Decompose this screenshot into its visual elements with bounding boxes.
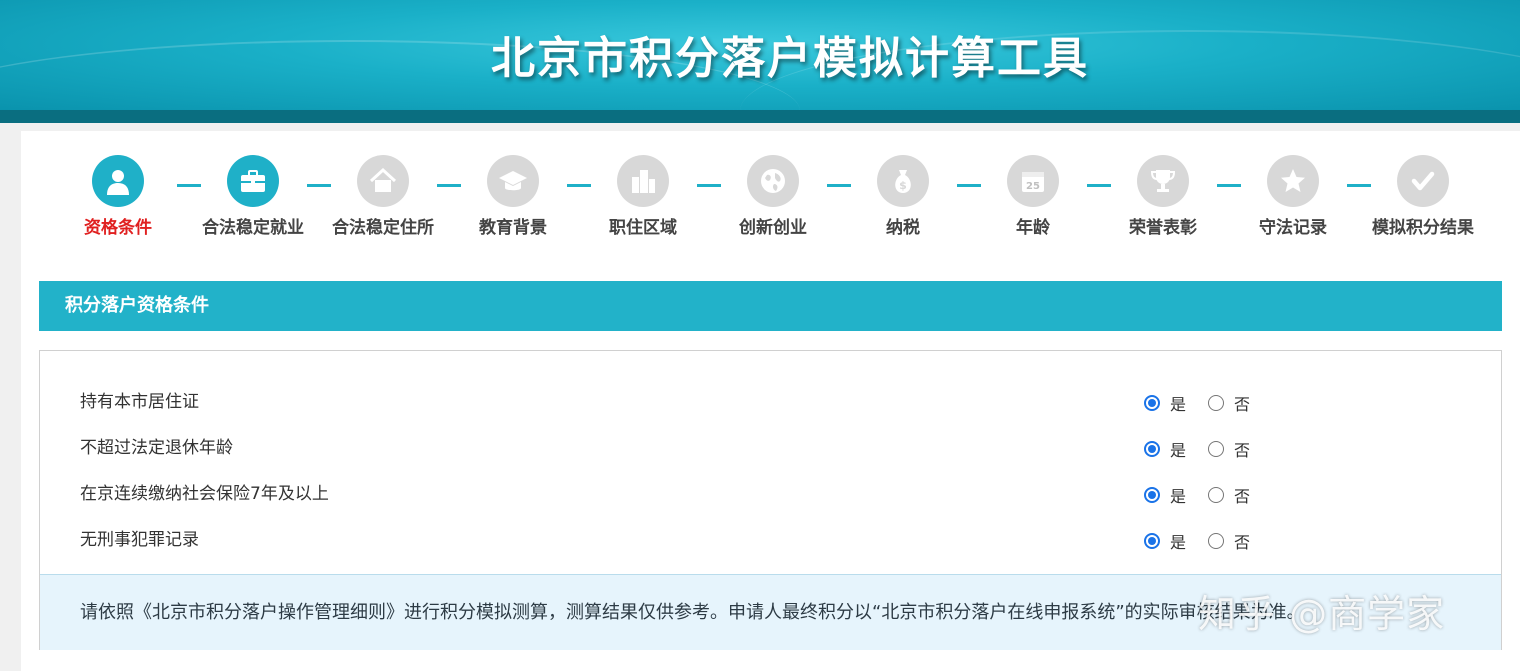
radio-yes[interactable] <box>1144 395 1160 411</box>
radio-yes[interactable] <box>1144 441 1160 457</box>
step-label: 职住区域 <box>609 218 677 238</box>
yes-no-radio-group: 是 否 <box>1144 437 1272 461</box>
condition-label: 无刑事犯罪记录 <box>80 530 199 550</box>
trophy-icon <box>1137 155 1189 207</box>
step-employment[interactable]: 合法稳定就业 <box>188 155 318 238</box>
radio-yes-label[interactable]: 是 <box>1170 483 1186 507</box>
yes-no-radio-group: 是 否 <box>1144 391 1272 415</box>
radio-no[interactable] <box>1208 487 1225 503</box>
condition-row: 无刑事犯罪记录 是 否 <box>40 525 1501 555</box>
radio-no[interactable] <box>1208 441 1225 457</box>
condition-label: 持有本市居住证 <box>80 392 199 412</box>
calendar-icon: 25 <box>1007 155 1059 207</box>
step-label: 模拟积分结果 <box>1372 218 1474 238</box>
app-title: 北京市积分落户模拟计算工具 <box>491 33 1089 84</box>
radio-no-label[interactable]: 否 <box>1234 529 1250 553</box>
step-innovation[interactable]: 创新创业 <box>708 155 838 238</box>
radio-yes-label[interactable]: 是 <box>1170 391 1186 415</box>
money-bag-icon: $ <box>877 155 929 207</box>
step-label: 守法记录 <box>1259 218 1327 238</box>
svg-text:$: $ <box>899 179 907 192</box>
checkmark-icon <box>1397 155 1449 207</box>
yes-no-radio-group: 是 否 <box>1144 483 1272 507</box>
step-label: 合法稳定住所 <box>332 218 434 238</box>
radio-no-label[interactable]: 否 <box>1234 483 1250 507</box>
step-qualification[interactable]: 资格条件 <box>53 155 183 238</box>
radio-yes[interactable] <box>1144 487 1160 503</box>
section-title: 积分落户资格条件 <box>39 281 1502 331</box>
step-law-record[interactable]: 守法记录 <box>1228 155 1358 238</box>
condition-label: 在京连续缴纳社会保险7年及以上 <box>80 484 329 504</box>
briefcase-icon <box>227 155 279 207</box>
yes-no-radio-group: 是 否 <box>1144 529 1272 553</box>
radio-yes[interactable] <box>1144 533 1160 549</box>
step-tax[interactable]: $ 纳税 <box>838 155 968 238</box>
radio-no-label[interactable]: 否 <box>1234 437 1250 461</box>
step-progress: 资格条件 合法稳定就业 合法稳定住所 教育背景 职住区域 创新创业 $ 纳税 2… <box>21 131 1520 251</box>
step-result[interactable]: 模拟积分结果 <box>1358 155 1488 238</box>
step-residence[interactable]: 合法稳定住所 <box>318 155 448 238</box>
radio-no-label[interactable]: 否 <box>1234 391 1250 415</box>
buildings-icon <box>617 155 669 207</box>
header-banner: 北京市积分落户模拟计算工具 <box>0 0 1520 110</box>
person-icon <box>92 155 144 207</box>
radio-no[interactable] <box>1208 395 1225 411</box>
step-label: 纳税 <box>886 218 920 238</box>
watermark: 知乎 @商学家 <box>1198 592 1446 636</box>
step-work-area[interactable]: 职住区域 <box>578 155 708 238</box>
step-education[interactable]: 教育背景 <box>448 155 578 238</box>
step-label: 创新创业 <box>739 218 807 238</box>
step-honors[interactable]: 荣誉表彰 <box>1098 155 1228 238</box>
condition-row: 不超过法定退休年龄 是 否 <box>40 433 1501 463</box>
graduation-cap-icon <box>487 155 539 207</box>
step-label: 教育背景 <box>479 218 547 238</box>
condition-label: 不超过法定退休年龄 <box>80 438 233 458</box>
step-label: 资格条件 <box>84 218 152 238</box>
condition-row: 持有本市居住证 是 否 <box>40 387 1501 417</box>
step-label: 年龄 <box>1016 218 1050 238</box>
radio-yes-label[interactable]: 是 <box>1170 437 1186 461</box>
step-label: 合法稳定就业 <box>202 218 304 238</box>
house-icon <box>357 155 409 207</box>
globe-icon <box>747 155 799 207</box>
radio-yes-label[interactable]: 是 <box>1170 529 1186 553</box>
condition-row: 在京连续缴纳社会保险7年及以上 是 否 <box>40 479 1501 509</box>
step-label: 荣誉表彰 <box>1129 218 1197 238</box>
banner-strip <box>0 110 1520 123</box>
calendar-day: 25 <box>1026 181 1040 192</box>
step-age[interactable]: 25 年龄 <box>968 155 1098 238</box>
radio-no[interactable] <box>1208 533 1225 549</box>
star-icon <box>1267 155 1319 207</box>
